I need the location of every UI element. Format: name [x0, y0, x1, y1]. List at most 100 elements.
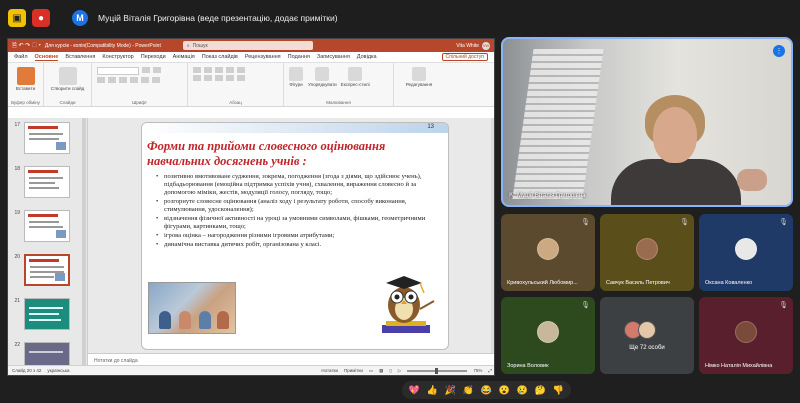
- tab-transitions[interactable]: Переходи: [141, 54, 166, 60]
- normal-view-icon[interactable]: ▭: [369, 368, 373, 374]
- tab-review[interactable]: Рецензування: [245, 54, 281, 60]
- participant-tile[interactable]: 🎙 Оксана Коваленко: [699, 214, 793, 291]
- reaction-laugh[interactable]: 😂: [480, 385, 493, 396]
- clipboard-group-label: Буфер обміну: [11, 100, 40, 105]
- share-button[interactable]: Спільний доступ: [441, 53, 488, 61]
- participant-avatar: [537, 238, 559, 260]
- speaker-audio-icon[interactable]: ⋮: [773, 45, 785, 57]
- justify-icon[interactable]: [226, 75, 234, 81]
- reaction-thumbs-up[interactable]: 👍: [426, 385, 439, 396]
- comments-button[interactable]: Примітки: [344, 368, 363, 373]
- underline-icon[interactable]: [119, 77, 127, 83]
- user-name: Vita White: [456, 42, 479, 49]
- present-icon[interactable]: ▣: [8, 9, 26, 27]
- slides-group-label: Слайди: [59, 100, 76, 105]
- participant-name: Зорина Воловик: [507, 363, 549, 369]
- zoom-slider[interactable]: [407, 367, 468, 374]
- outdent-icon[interactable]: [226, 67, 234, 73]
- classroom-photo: [148, 282, 236, 334]
- mic-muted-icon: 🎙: [779, 219, 788, 226]
- reading-view-icon[interactable]: ▯: [389, 368, 391, 374]
- reaction-clap[interactable]: 👏: [462, 385, 475, 396]
- bold-icon[interactable]: [97, 77, 105, 83]
- tab-home[interactable]: Основне: [34, 54, 59, 61]
- tab-insert[interactable]: Вставлення: [65, 54, 95, 60]
- participant-name: Німко Наталія Михайлівна: [705, 363, 773, 369]
- ribbon-tabs: Файл Основне Вставлення Конструктор Пере…: [8, 52, 494, 63]
- tab-help[interactable]: Довідка: [357, 54, 377, 60]
- font-color-icon[interactable]: [152, 77, 160, 83]
- quick-access-toolbar[interactable]: 🗎 ↶ ↷ ⬚ ▾: [12, 41, 41, 51]
- tab-slideshow[interactable]: Показ слайдів: [202, 54, 238, 60]
- speaker-video-tile[interactable]: ⋮ ⇱ Муцій Віталія Григорівна: [501, 37, 793, 207]
- zoom-knob[interactable]: [435, 367, 439, 374]
- thumbnail-number: 21: [14, 298, 20, 304]
- slide-thumbnail[interactable]: [24, 210, 70, 242]
- reaction-sad[interactable]: 😢: [516, 385, 529, 396]
- user-account[interactable]: Vita White VW: [456, 41, 490, 50]
- slide-thumbnail-selected[interactable]: [24, 254, 70, 286]
- tab-animations[interactable]: Анімація: [173, 54, 195, 60]
- drawing-group-label: Малювання: [326, 100, 351, 105]
- participant-tile[interactable]: 🎙 Савчук Василь Петрович: [600, 214, 694, 291]
- reaction-party[interactable]: 🎉: [444, 385, 457, 396]
- indent-icon[interactable]: [215, 67, 223, 73]
- pin-icon[interactable]: ⇱: [509, 192, 514, 199]
- tab-file[interactable]: Файл: [14, 54, 28, 60]
- more-participants-tile[interactable]: Ще 72 особи: [600, 297, 694, 374]
- participant-tile[interactable]: 🎙 Німко Наталія Михайлівна: [699, 297, 793, 374]
- tab-view[interactable]: Подання: [288, 54, 310, 60]
- thumbnail-row[interactable]: 20: [10, 254, 70, 286]
- sorter-view-icon[interactable]: ▦: [379, 368, 383, 374]
- slideshow-view-icon[interactable]: ▷: [398, 368, 401, 374]
- strike-icon[interactable]: [130, 77, 138, 83]
- new-slide-icon[interactable]: [58, 67, 77, 85]
- more-participants-avatars: [624, 321, 656, 339]
- paste-icon[interactable]: [16, 67, 35, 85]
- fit-slide-icon[interactable]: ⤢: [488, 368, 492, 373]
- quick-styles-icon[interactable]: [348, 67, 363, 81]
- thumbnail-row[interactable]: 17: [10, 122, 70, 154]
- bullets-icon[interactable]: [193, 67, 201, 73]
- slide-scrollbar[interactable]: [491, 118, 494, 375]
- align-right-icon[interactable]: [215, 75, 223, 81]
- italic-icon[interactable]: [108, 77, 116, 83]
- thumbnail-row[interactable]: 18: [10, 166, 70, 198]
- tab-record[interactable]: Записування: [317, 54, 350, 60]
- search-input[interactable]: ⌕ Пошук: [182, 41, 313, 50]
- reaction-heart[interactable]: 💖: [408, 385, 421, 396]
- shadow-icon[interactable]: [141, 77, 149, 83]
- slide-thumbnail[interactable]: [24, 122, 70, 154]
- font-name-select[interactable]: [97, 67, 139, 75]
- thumbnail-row[interactable]: 21: [10, 298, 70, 330]
- grow-font-icon[interactable]: [153, 67, 161, 73]
- slide-thumbnail[interactable]: [24, 166, 70, 198]
- slide-bullet: розгорнуте словесне оцінювання (аналіз х…: [156, 198, 436, 214]
- drawing-group: Фігури Упорядкувати Експрес-стилі Малюва…: [284, 63, 394, 106]
- notes-button[interactable]: Нотатки: [321, 368, 338, 373]
- columns-icon[interactable]: [237, 75, 245, 81]
- align-center-icon[interactable]: [204, 75, 212, 81]
- current-slide[interactable]: 13 Форми та прийоми словесного оцінюванн…: [141, 122, 449, 350]
- align-left-icon[interactable]: [193, 75, 201, 81]
- arrange-icon[interactable]: [315, 67, 330, 81]
- reaction-thumbs-down[interactable]: 👎: [552, 385, 565, 396]
- font-size-select[interactable]: [142, 67, 150, 73]
- slide-thumbnail[interactable]: [24, 298, 70, 330]
- thumbnail-number: 20: [14, 254, 20, 260]
- thumbnails-scrollbar[interactable]: [82, 118, 86, 375]
- participant-tile[interactable]: 🎙 Кривохульський Любомир...: [501, 214, 595, 291]
- language-indicator[interactable]: українська: [47, 368, 69, 373]
- tab-design[interactable]: Конструктор: [102, 54, 133, 60]
- numbering-icon[interactable]: [204, 67, 212, 73]
- reaction-thinking[interactable]: 🤔: [534, 385, 547, 396]
- zoom-level[interactable]: 75%: [473, 368, 482, 373]
- record-icon[interactable]: ●: [32, 9, 50, 27]
- slide-bullet: динамічна виставка дитячих робіт, органі…: [156, 241, 436, 249]
- reaction-surprised[interactable]: 😮: [498, 385, 511, 396]
- thumbnail-row[interactable]: 19: [10, 210, 70, 242]
- shapes-icon[interactable]: [289, 67, 303, 81]
- line-spacing-icon[interactable]: [237, 67, 245, 73]
- editing-icon[interactable]: [412, 67, 426, 81]
- participant-tile[interactable]: 🎙 Зорина Воловик: [501, 297, 595, 374]
